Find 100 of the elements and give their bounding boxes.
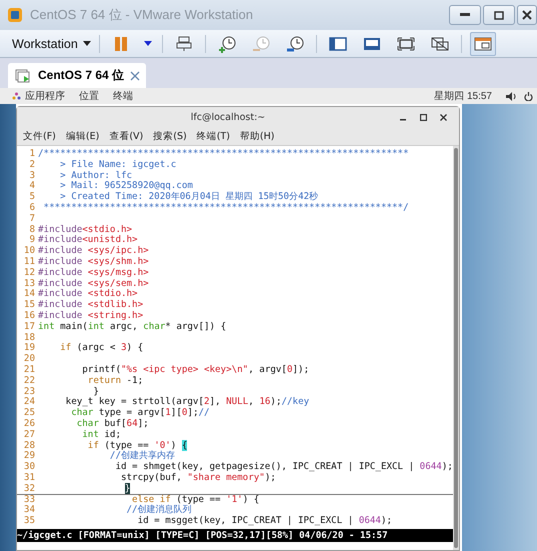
code-line: > File Name: igcget.c [59, 160, 176, 171]
line-number: 8 [28, 224, 35, 235]
vm-tab[interactable]: CentOS 7 64 位 [8, 63, 146, 88]
terminal-menu-item[interactable]: 编辑(E) [66, 130, 100, 143]
close-icon [440, 114, 446, 120]
terminal-menu-item[interactable]: 终端(T) [196, 130, 230, 143]
code-line: key_t key = strtoll(argv[2], NULL, 16);//key [64, 397, 310, 408]
line-number: 24 [22, 397, 35, 408]
maximize-button[interactable] [483, 5, 515, 25]
maximize-icon [420, 114, 426, 120]
code-line: id = shmget(key, getpagesize(), IPC_CREAT | IPC_EXCL | 0644); [114, 462, 453, 473]
code-line: else if (type == '1') { [131, 494, 260, 504]
window-icon [474, 36, 492, 50]
code-line: > Mail: 965258920@qq.com [59, 181, 193, 192]
code-line: char buf[64]; [76, 418, 149, 430]
scrollbar-thumb[interactable] [454, 148, 458, 548]
screen-icon [362, 36, 381, 50]
line-number: 23 [22, 386, 35, 397]
line-number: 15 [22, 300, 35, 311]
line-number: 6 [28, 202, 35, 214]
line-number: 2 [28, 160, 35, 171]
code-line: > Created Time: 2020年06月04日 星期四 15时50分42秒 [59, 192, 318, 203]
line-number: 1 [28, 149, 35, 160]
terminal-menu-item[interactable]: 查看(V) [109, 130, 144, 143]
code-line: /****************************************************************** [38, 149, 409, 160]
close-icon [522, 10, 532, 20]
line-number: 20 [22, 354, 35, 365]
code-line: //创建共享内存 [108, 451, 175, 462]
line-number: 33 [22, 494, 35, 505]
clock-plus-icon [218, 34, 236, 52]
line-number: 11 [22, 256, 35, 268]
clock-wrench-icon [286, 34, 304, 52]
line-number: 5 [28, 192, 35, 203]
code-line: char type = argv[1][0];// [70, 408, 210, 419]
code-line: #include <sys/shm.h> [38, 256, 149, 268]
top-bar-menu[interactable]: 终端 [113, 89, 133, 103]
line-number: 9 [28, 235, 35, 246]
terminal-menu-item[interactable]: 帮助(H) [240, 130, 274, 143]
code-line: return -1; [86, 376, 144, 387]
sidebar-icon [328, 36, 347, 50]
line-number: 14 [22, 289, 35, 300]
terminal-menu-item[interactable]: 搜索(S) [153, 130, 187, 143]
code-line: } [92, 386, 99, 398]
line-number: 34 [22, 505, 35, 516]
line-number: 30 [22, 462, 35, 473]
line-number: 12 [22, 268, 35, 279]
line-number: 21 [22, 364, 35, 376]
vm-icon [14, 68, 32, 84]
window-title: CentOS 7 64 位 - VMware Workstation [30, 6, 254, 24]
code-line: if (type == '0') { [86, 440, 188, 451]
close-button[interactable] [517, 5, 537, 25]
top-bar-menu[interactable]: 位置 [79, 89, 99, 103]
line-number: 35 [22, 516, 35, 527]
line-number: 17 [22, 322, 35, 333]
code-line: #include <stdlib.h> [38, 300, 144, 311]
code-line: #include <sys/msg.h> [38, 268, 149, 279]
code-line: #include <sys/ipc.h> [38, 246, 149, 257]
fullscreen-icon [396, 36, 415, 50]
maximize-icon [494, 10, 504, 20]
code-line: strcpy(buf, "share memory"); [120, 472, 276, 484]
code-line: #include <stdio.h> [38, 289, 138, 300]
line-number: 13 [22, 278, 35, 289]
pause-icon [114, 36, 128, 50]
terminal-title: lfc@localhost:~ [190, 112, 266, 123]
line-number: 25 [22, 408, 35, 419]
code-line: #include <sys/sem.h> [38, 278, 149, 289]
line-number: 18 [22, 332, 35, 343]
minimize-icon [460, 13, 470, 17]
library-view-button[interactable] [470, 32, 496, 56]
app-logo-icon [6, 7, 24, 23]
top-bar-menu[interactable]: 应用程序 [25, 89, 65, 103]
code-line: #include<stdio.h> [38, 224, 132, 235]
line-number: 4 [28, 181, 35, 192]
apps-icon [12, 92, 21, 100]
line-number: 31 [22, 472, 35, 484]
code-line: int id; [81, 430, 121, 441]
terminal-menu-item[interactable]: 文件(F) [23, 130, 56, 143]
line-number: 29 [22, 451, 35, 462]
line-number: 26 [22, 418, 35, 430]
line-number: 16 [22, 310, 35, 322]
clock-arrow-icon [252, 34, 270, 52]
line-number: 3 [28, 170, 35, 181]
volume-icon[interactable] [506, 92, 516, 100]
line-number: 7 [28, 214, 35, 225]
code-line: if (argc < 3) { [59, 343, 144, 354]
minimize-button[interactable] [449, 5, 481, 25]
clock[interactable]: 星期四 15:57 [434, 89, 492, 103]
workstation-menu[interactable]: Workstation [12, 36, 91, 50]
code-line: #include<unistd.h> [38, 235, 138, 246]
close-icon[interactable] [130, 70, 140, 80]
code-line: //创建消息队列 [126, 505, 192, 516]
line-number: 32 [22, 484, 35, 494]
code-line: > Author: lfc [59, 170, 132, 181]
tab-label: CentOS 7 64 位 [38, 67, 124, 84]
code-line: *****************************************************************/ [42, 202, 409, 214]
code-line: printf("%s <ipc type> <key>\n", argv[0]); [81, 364, 310, 376]
power-icon[interactable] [524, 92, 533, 100]
windows-crossed-icon [430, 36, 449, 50]
caret-icon [144, 41, 152, 46]
keyboard-icon [176, 36, 192, 52]
